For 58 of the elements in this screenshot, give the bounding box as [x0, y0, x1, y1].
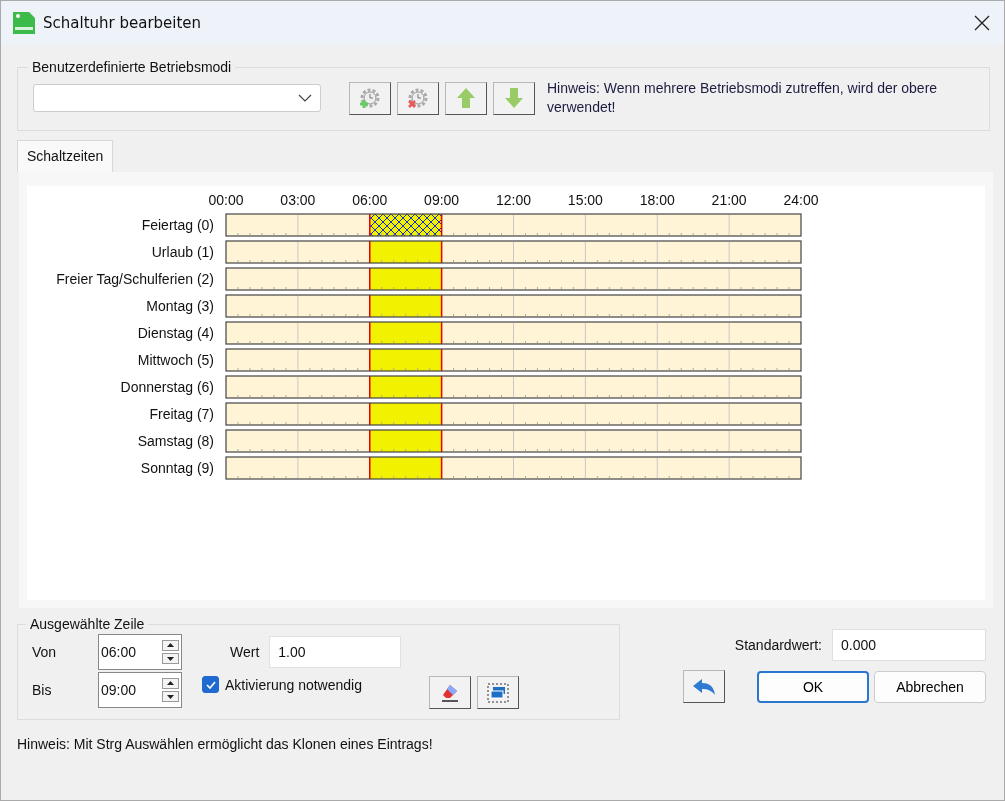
axis-tick-label: 03:00 — [280, 192, 316, 208]
axis-tick-label: 12:00 — [496, 192, 531, 208]
move-down-button[interactable] — [493, 81, 535, 115]
gear-clock-remove-icon — [407, 87, 429, 109]
axis-tick-label: 18:00 — [639, 192, 675, 208]
arrow-down-icon — [504, 87, 524, 109]
field-label: Bis — [32, 682, 53, 698]
add-mode-button[interactable] — [349, 81, 391, 115]
move-up-button[interactable] — [445, 81, 487, 115]
axis-tick-label: 09:00 — [424, 192, 460, 208]
back-button[interactable] — [683, 670, 725, 703]
row-label: Mittwoch (5) — [137, 352, 214, 368]
spin-up-icon[interactable] — [162, 678, 179, 689]
checkbox-label: Aktivierung notwendig — [225, 676, 362, 693]
tab[interactable]: Schaltzeiten — [17, 140, 114, 172]
remove-mode-button[interactable] — [397, 81, 439, 115]
field-label: Von — [32, 644, 58, 660]
group-title: Benutzerdefinierte Betriebsmodi — [31, 59, 233, 75]
hint-text: Hinweis: Mit Strg Auswählen ermöglicht das Klonen eines Eintrags! — [17, 736, 434, 752]
arrow-up-icon — [456, 87, 476, 109]
cancel-button[interactable]: Abbrechen — [874, 670, 986, 703]
time-spinner[interactable]: 06:00 — [98, 634, 182, 670]
row-label: Urlaub (1) — [151, 244, 214, 260]
gear-clock-add-icon — [359, 87, 381, 109]
chevron-icon — [298, 94, 312, 102]
hint-text: Hinweis: Wenn mehrere Betriebsmodi zutreffen, wird der obere verwendet! — [547, 79, 939, 117]
window-title: Schaltuhr bearbeiten — [43, 14, 202, 32]
axis-tick-label: 06:00 — [352, 192, 388, 208]
row-label: Dienstag (4) — [137, 325, 214, 341]
row-label: Montag (3) — [146, 298, 214, 314]
axis-tick-label: 15:00 — [567, 192, 603, 208]
value-field[interactable]: 1.00 — [269, 636, 402, 668]
select-range-button[interactable] — [477, 676, 520, 709]
axis-tick-label: 00:00 — [208, 192, 244, 208]
spin-up-icon[interactable] — [162, 640, 179, 651]
close-icon[interactable] — [974, 15, 990, 31]
app-icon — [13, 12, 35, 34]
ok-button[interactable]: OK — [757, 670, 869, 703]
axis-tick-label: 21:00 — [711, 192, 747, 208]
selection-icon — [487, 682, 510, 703]
row-label: Freitag (7) — [149, 406, 214, 422]
axis-tick-label: 24:00 — [783, 192, 819, 208]
spin-down-icon[interactable] — [162, 691, 179, 702]
back-arrow-icon — [692, 677, 716, 696]
eraser-icon — [440, 682, 461, 703]
field-label: Standardwert: — [734, 637, 822, 653]
row-label: Feiertag (0) — [141, 217, 214, 233]
checkbox[interactable] — [202, 676, 219, 693]
time-spinner[interactable]: 09:00 — [98, 672, 182, 708]
row-label: Donnerstag (6) — [120, 379, 214, 395]
spin-down-icon[interactable] — [162, 653, 179, 664]
row-label: Freier Tag/Schulferien (2) — [56, 271, 214, 287]
row-label: Samstag (8) — [137, 433, 214, 449]
group-title: Ausgewählte Zeile — [29, 616, 146, 632]
default-value-field[interactable]: 0.000 — [832, 629, 986, 661]
field-label: Wert — [230, 644, 260, 660]
eraser-button[interactable] — [429, 676, 472, 709]
row-label: Sonntag (9) — [140, 460, 214, 476]
